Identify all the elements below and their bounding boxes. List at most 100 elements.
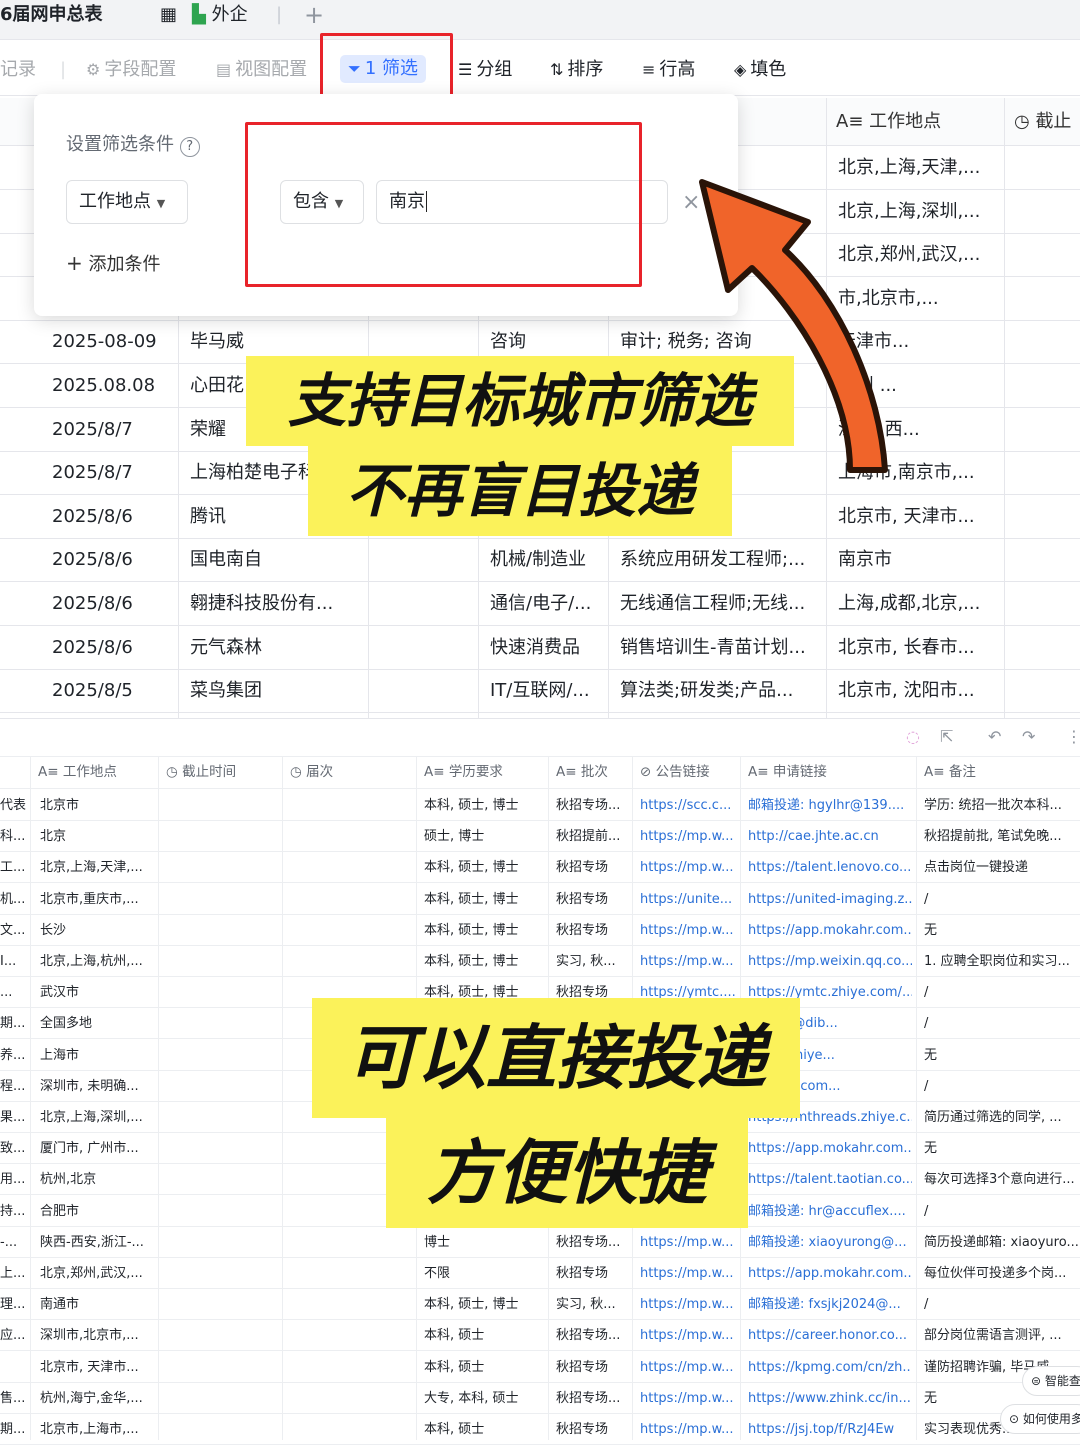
- cell-pre: -...: [0, 1234, 18, 1250]
- tab-foreign[interactable]: ▙ 外企: [192, 0, 248, 40]
- cell-date: 2025/8/6: [52, 549, 133, 571]
- filter-field-select[interactable]: 工作地点 ▼: [66, 180, 188, 224]
- cell-loc: 厦门市, 广州市...: [40, 1141, 139, 1157]
- cell-loc: 北京,上海,杭州,...: [40, 954, 143, 969]
- table-row[interactable]: 售...杭州,海宁,金华,...尽快投递2026届大专, 本科, 硕士秋招专场.…: [0, 1383, 1080, 1414]
- top-table-row[interactable]: 2025/8/6国电南自机械/制造业系统应用研发工程师;...南京市国企2025…: [0, 538, 1080, 583]
- help-widget[interactable]: ⊙ 如何使用多: [1000, 1404, 1080, 1434]
- grid-icon[interactable]: ▦: [160, 0, 177, 40]
- cell-date: 2025/8/6: [52, 505, 133, 527]
- header-deadline-label: 截止: [1035, 111, 1072, 132]
- cell-pre: 理...: [0, 1297, 26, 1313]
- caret-down-icon: ▼: [156, 197, 166, 210]
- view-config-button[interactable]: ▤ 视图配置: [216, 56, 307, 84]
- top-table-row[interactable]: 2025/8/6 翱捷科技股份有... 通信/电子/... 无线通信工程师;无线...…: [0, 582, 1080, 626]
- cell-apply: https://app.mokahr.com...: [748, 1141, 912, 1157]
- field-config-button[interactable]: ⚙ 字段配置: [86, 56, 176, 84]
- cell-edu: 大专, 本科, 硕士: [424, 1390, 519, 1406]
- row-height-label: 行高: [659, 59, 696, 80]
- table-row[interactable]: 机...北京市,重庆市,...尽快投递2026届本科, 硕士, 博士秋招专场ht…: [0, 884, 1080, 915]
- cell-edu: 本科, 硕士, 博士: [424, 922, 519, 938]
- cell-batch: 秋招专场: [556, 1266, 609, 1281]
- top-table-row[interactable]: 2025/8/6 元气森林 快速消费品 销售培训生-青苗计划... 北京市, 长春市..…: [0, 626, 1080, 670]
- header-type-icon: A≡: [556, 764, 581, 780]
- table-row[interactable]: -...陕西-西安,浙江-...尽快投递2026届博士秋招专场...https:…: [0, 1227, 1080, 1258]
- row-height-button[interactable]: ≡ 行高: [642, 56, 695, 84]
- cell-apply: https://united-imaging.z...: [748, 891, 912, 907]
- table-row[interactable]: 理...南通市尽快投递2026届本科, 硕士, 博士实习, 秋...https:…: [0, 1289, 1080, 1321]
- table-row[interactable]: 代表北京市尽快投递2024,2025,202...本科, 硕士, 博士秋招专场.…: [0, 790, 1080, 821]
- cell-pre: 致...: [0, 1141, 26, 1157]
- cell-ann: https://mp.w...: [640, 1422, 734, 1437]
- cell-batch: 秋招提前...: [556, 829, 621, 845]
- top-table-row[interactable]: 2025/8/5 菜鸟集团 IT/互联网/... 算法类;研发类;产品... 北京市, …: [0, 669, 1080, 714]
- table-row[interactable]: 科...北京2025-08-312026届硕士, 博士秋招提前...https:…: [0, 821, 1080, 853]
- cell-pre: 应...: [0, 1328, 26, 1344]
- table-row[interactable]: I...北京,上海,杭州,...尽快投递2026,不限届本科, 硕士, 博士实习…: [0, 946, 1080, 977]
- cell-edu: 本科, 硕士, 博士: [424, 891, 519, 907]
- cell-loc: 南通市: [40, 1297, 80, 1313]
- help-icon[interactable]: ?: [179, 137, 200, 157]
- table-row[interactable]: 期...北京市,上海市,...尽快投递2026届本科, 硕士秋招专场https:…: [0, 1414, 1080, 1445]
- cell-loc: 北京: [40, 829, 67, 845]
- cell-pre: 期...: [0, 1422, 26, 1437]
- view-config-label: 视图配置: [235, 59, 308, 80]
- bottom-header-row: A≡ 工作地点 ◷ 截止时间 ◷ 届次 A≡ 学历要求 A≡ 批次 ⊘ 公告链接 A≡ 申请…: [0, 757, 1080, 789]
- filter-field-value: 工作地点: [79, 191, 151, 212]
- col-divider: [158, 757, 159, 1440]
- cell-date: 2025-08-09: [52, 331, 157, 353]
- table-row[interactable]: 文...长沙2025-08-312026届本科, 硕士, 博士秋招专场https…: [0, 915, 1080, 946]
- header-label: 备注: [948, 764, 976, 780]
- cell-edu: 本科, 硕士, 博士: [424, 860, 519, 876]
- records-button[interactable]: 记录: [0, 56, 36, 84]
- table-row[interactable]: 工...北京,上海,天津,...尽快投递2026届本科, 硕士, 博士秋招专场h…: [0, 852, 1080, 884]
- header-label: 学历要求: [448, 764, 503, 780]
- cell-date: 2025/8/7: [52, 462, 133, 484]
- cell-apply: 邮箱投递: hr@accuflex....: [748, 1203, 906, 1219]
- cell-pre: 程...: [0, 1078, 26, 1094]
- add-condition-button[interactable]: + 添加条件: [66, 250, 161, 276]
- cell-pre: I...: [0, 954, 17, 969]
- header-label: 申请链接: [772, 764, 827, 780]
- header-type-icon: ◷: [166, 764, 183, 780]
- table-row[interactable]: 应...深圳市,北京市,...2025-09-302026届本科, 硕士秋招专场…: [0, 1320, 1080, 1352]
- cell-note: /: [924, 1203, 929, 1219]
- cell-edu: 博士: [424, 1234, 451, 1250]
- group-button[interactable]: ☰ 分组: [458, 56, 512, 84]
- col-divider: [282, 757, 283, 1440]
- paint-bucket-icon: ◈: [734, 60, 747, 79]
- cell-batch: 实习, 秋...: [556, 954, 616, 969]
- cell-apply: https://talent.lenovo.co...: [748, 860, 912, 876]
- share-icon[interactable]: ⇱: [940, 727, 953, 746]
- sort-button[interactable]: ⇅ 排序: [550, 56, 603, 84]
- header-type-icon: ◷: [290, 764, 307, 780]
- smart-query-widget[interactable]: ⊜ 智能查: [1022, 1366, 1080, 1396]
- divider: |: [60, 59, 67, 80]
- header-1: ◷ 截止时间: [166, 757, 236, 788]
- cell-date: 2025/8/6: [52, 593, 133, 614]
- cell-industry: 机械/制造业: [490, 549, 587, 571]
- cell-ann: https://mp.w...: [640, 1359, 734, 1375]
- cell-batch: 秋招专场...: [556, 1390, 621, 1406]
- cell-loc: 合肥市: [40, 1203, 80, 1219]
- cell-note: 每位伙伴可投递多个岗...: [924, 1266, 1067, 1281]
- cell-ann: https://mp.w...: [640, 829, 734, 845]
- cell-pre: 售...: [0, 1390, 26, 1406]
- cell-date: 2025/8/5: [52, 680, 133, 702]
- table-title-tab[interactable]: 6届网申总表: [0, 0, 103, 40]
- header-label: 届次: [306, 764, 334, 780]
- undo-icon[interactable]: ↶: [988, 727, 1001, 746]
- help-widget-label: 如何使用多: [1022, 1412, 1080, 1426]
- table-row[interactable]: 北京市, 天津市...尽快投递2026届本科, 硕士秋招专场https://mp…: [0, 1352, 1080, 1383]
- redo-icon[interactable]: ↷: [1022, 727, 1035, 746]
- more-icon[interactable]: ⋮: [1066, 727, 1080, 746]
- cell-loc: 陕西-西安,浙江-...: [40, 1234, 144, 1250]
- header-4: A≡ 批次: [556, 757, 608, 788]
- cell-ann: https://mp.w...: [640, 954, 734, 969]
- toolbar: 记录 | ⚙ 字段配置 ▤ 视图配置 ⏷ 1 筛选 ☰ 分组 ⇅ 排序 ≡ 行高 ◈ 填色: [0, 42, 1080, 96]
- tab-bar: 6届网申总表 ▦ ▙ 外企 | +: [0, 0, 1080, 40]
- cell-pre: 养...: [0, 1047, 26, 1063]
- header-label: 公告链接: [655, 764, 710, 780]
- table-row[interactable]: 上...北京,郑州,武汉,...尽快投递2024,2026,202...不限秋招…: [0, 1258, 1080, 1289]
- fill-color-button[interactable]: ◈ 填色: [734, 56, 786, 84]
